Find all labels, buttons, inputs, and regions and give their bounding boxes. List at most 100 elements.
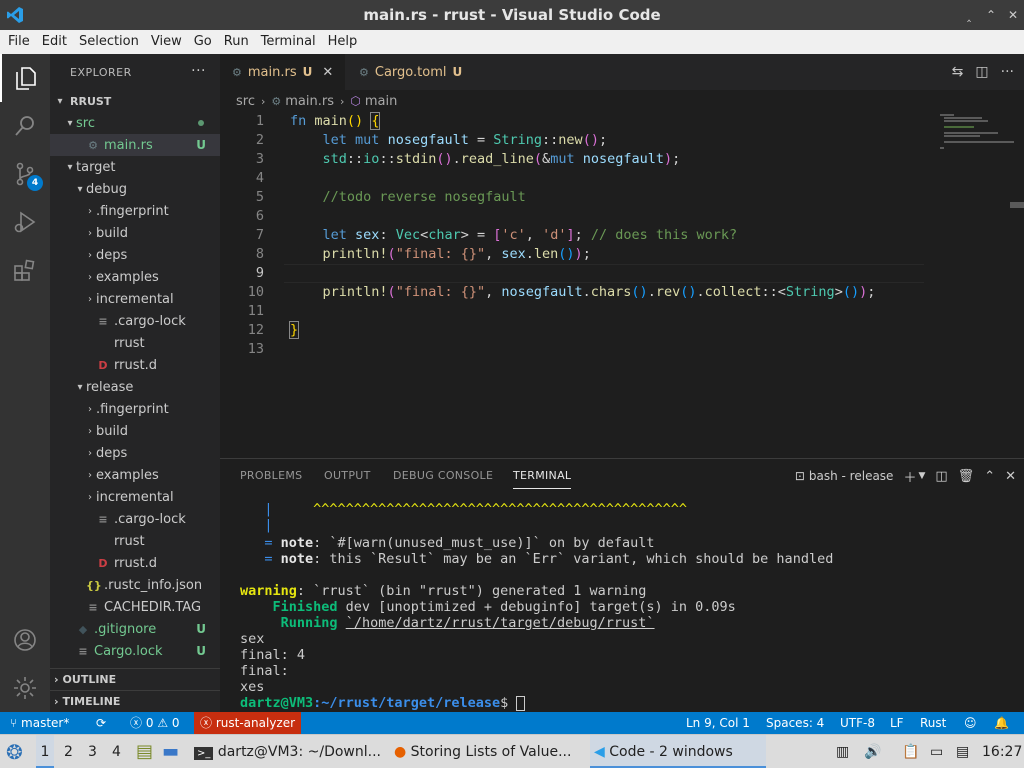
tree-item[interactable]: › .fingerprint: [50, 398, 220, 420]
terminal-running-path[interactable]: `/home/dartz/rrust/target/debug/rrust`: [346, 615, 655, 631]
tab-main-rs[interactable]: ⚙ main.rs U ✕: [220, 54, 344, 90]
tree-item[interactable]: › build: [50, 222, 220, 244]
cursor-position[interactable]: Ln 9, Col 1: [686, 712, 750, 734]
close-window-icon[interactable]: ✕: [1002, 8, 1024, 22]
sync-icon[interactable]: ⟳: [96, 712, 106, 734]
tree-item[interactable]: Drrust.d: [50, 552, 220, 574]
chevron-right-icon: ›: [88, 491, 92, 503]
eol-status[interactable]: LF: [890, 712, 904, 734]
tab-cargo-toml[interactable]: ⚙ Cargo.toml U: [344, 54, 478, 90]
tree-item[interactable]: › incremental: [50, 288, 220, 310]
menu-go[interactable]: Go: [188, 30, 218, 54]
tree-item[interactable]: ⚙ main.rs U: [50, 134, 220, 156]
language-mode[interactable]: Rust: [920, 712, 946, 734]
outline-section[interactable]: › OUTLINE: [50, 668, 220, 690]
tree-item[interactable]: ▾ release: [50, 376, 220, 398]
tree-item[interactable]: Drrust.d: [50, 354, 220, 376]
tree-item[interactable]: › examples: [50, 464, 220, 486]
encoding-status[interactable]: UTF-8: [840, 712, 875, 734]
timeline-section[interactable]: › TIMELINE: [50, 690, 220, 712]
display-icon[interactable]: ▭: [930, 735, 943, 768]
source-control-icon[interactable]: 4: [0, 150, 50, 198]
menu-run[interactable]: Run: [218, 30, 255, 54]
tree-item[interactable]: ◆ .gitignore U: [50, 618, 220, 640]
code-editor[interactable]: 1 2 3 4 5 6 7 8 9 10 11 12 13 fn main() { let mut no…: [220, 112, 1024, 458]
minimap[interactable]: [934, 112, 1024, 458]
search-icon[interactable]: [0, 102, 50, 150]
tree-item[interactable]: › examples: [50, 266, 220, 288]
breadcrumb-file[interactable]: main.rs: [285, 94, 334, 109]
tree-item[interactable]: › .fingerprint: [50, 200, 220, 222]
account-icon[interactable]: [0, 616, 50, 664]
editor-scrollbar[interactable]: [1010, 202, 1024, 208]
clipboard-icon[interactable]: 📋: [902, 735, 919, 768]
workspace-2[interactable]: 2: [64, 735, 73, 768]
more-actions-icon[interactable]: ···: [191, 63, 206, 79]
breadcrumb-symbol[interactable]: main: [365, 94, 397, 109]
tree-item[interactable]: rrust: [50, 332, 220, 354]
tree-item[interactable]: › deps: [50, 442, 220, 464]
tab-terminal[interactable]: TERMINAL: [513, 459, 572, 489]
extensions-icon[interactable]: [0, 246, 50, 294]
settings-gear-icon[interactable]: [0, 664, 50, 712]
menu-help[interactable]: Help: [322, 30, 364, 54]
feedback-icon[interactable]: ☺: [964, 712, 977, 734]
workspace-1[interactable]: 1: [36, 735, 54, 768]
tree-item[interactable]: ▾ target: [50, 156, 220, 178]
workspace-root[interactable]: ▾ RRUST: [50, 90, 220, 112]
problems-status[interactable]: ⓧ 0 ⚠ 0: [130, 712, 180, 734]
minimize-icon[interactable]: ‸: [958, 8, 980, 22]
show-desktop-icon[interactable]: ▬: [162, 735, 179, 768]
tree-item[interactable]: {} .rustc_info.json: [50, 574, 220, 596]
menu-terminal[interactable]: Terminal: [255, 30, 322, 54]
workspace-3[interactable]: 3: [88, 735, 97, 768]
file-manager-icon[interactable]: ▤: [136, 735, 153, 768]
explorer-icon[interactable]: [0, 54, 50, 102]
tree-item[interactable]: ≡ .cargo-lock: [50, 310, 220, 332]
tree-item[interactable]: › incremental: [50, 486, 220, 508]
app-menu-icon[interactable]: ❂: [6, 735, 23, 768]
tab-output[interactable]: OUTPUT: [324, 459, 371, 493]
close-panel-icon[interactable]: ✕: [1005, 469, 1016, 484]
trash-tray-icon[interactable]: ▥: [836, 735, 849, 768]
menu-file[interactable]: File: [2, 30, 36, 54]
tree-item[interactable]: rrust: [50, 530, 220, 552]
workspace-4[interactable]: 4: [112, 735, 121, 768]
split-terminal-icon[interactable]: ◫: [935, 469, 947, 484]
menu-view[interactable]: View: [145, 30, 188, 54]
task-vscode[interactable]: ◀ Code - 2 windows: [590, 735, 766, 768]
run-debug-icon[interactable]: [0, 198, 50, 246]
network-icon[interactable]: ▤: [956, 735, 969, 768]
json-file-icon: {}: [86, 578, 102, 592]
new-terminal-icon[interactable]: ＋: [903, 467, 916, 486]
task-terminal[interactable]: >_ dartz@VM3: ~/Downl...: [194, 735, 381, 768]
tree-item[interactable]: ▾ debug: [50, 178, 220, 200]
volume-icon[interactable]: 🔊: [864, 735, 881, 768]
tree-item[interactable]: › build: [50, 420, 220, 442]
tree-item[interactable]: ▾ src: [50, 112, 220, 134]
menu-edit[interactable]: Edit: [36, 30, 73, 54]
maximize-icon[interactable]: ⌃: [980, 8, 1002, 22]
split-editor-icon[interactable]: ◫: [975, 64, 988, 80]
task-firefox[interactable]: ● Storing Lists of Value...: [394, 735, 571, 768]
tab-problems[interactable]: PROBLEMS: [240, 459, 302, 493]
tree-item[interactable]: ≡ Cargo.lock U: [50, 640, 220, 662]
chevron-down-icon[interactable]: ▼: [918, 471, 925, 481]
tree-item[interactable]: › deps: [50, 244, 220, 266]
rust-analyzer-status[interactable]: ⓧ rust-analyzer: [194, 712, 302, 734]
trash-icon[interactable]: 🗑: [958, 469, 975, 484]
tree-item[interactable]: ≡ CACHEDIR.TAG: [50, 596, 220, 618]
git-branch-status[interactable]: ⑂ master*: [10, 712, 69, 734]
close-icon[interactable]: ✕: [322, 65, 333, 80]
menu-selection[interactable]: Selection: [73, 30, 145, 54]
indentation-status[interactable]: Spaces: 4: [766, 712, 824, 734]
more-actions-icon[interactable]: ···: [1001, 64, 1014, 80]
terminal-output[interactable]: | ^^^^^^^^^^^^^^^^^^^^^^^^^^^^^^^^^^^^^^…: [240, 497, 1020, 711]
tree-item[interactable]: ≡ .cargo-lock: [50, 508, 220, 530]
breadcrumb-folder[interactable]: src: [236, 94, 255, 109]
notifications-bell-icon[interactable]: 🔔: [994, 712, 1009, 734]
maximize-panel-icon[interactable]: ⌃: [984, 469, 995, 484]
tab-debug-console[interactable]: DEBUG CONSOLE: [393, 459, 493, 493]
terminal-selector[interactable]: ⊡ bash - release: [795, 469, 894, 483]
open-changes-icon[interactable]: ⇆: [952, 64, 964, 80]
